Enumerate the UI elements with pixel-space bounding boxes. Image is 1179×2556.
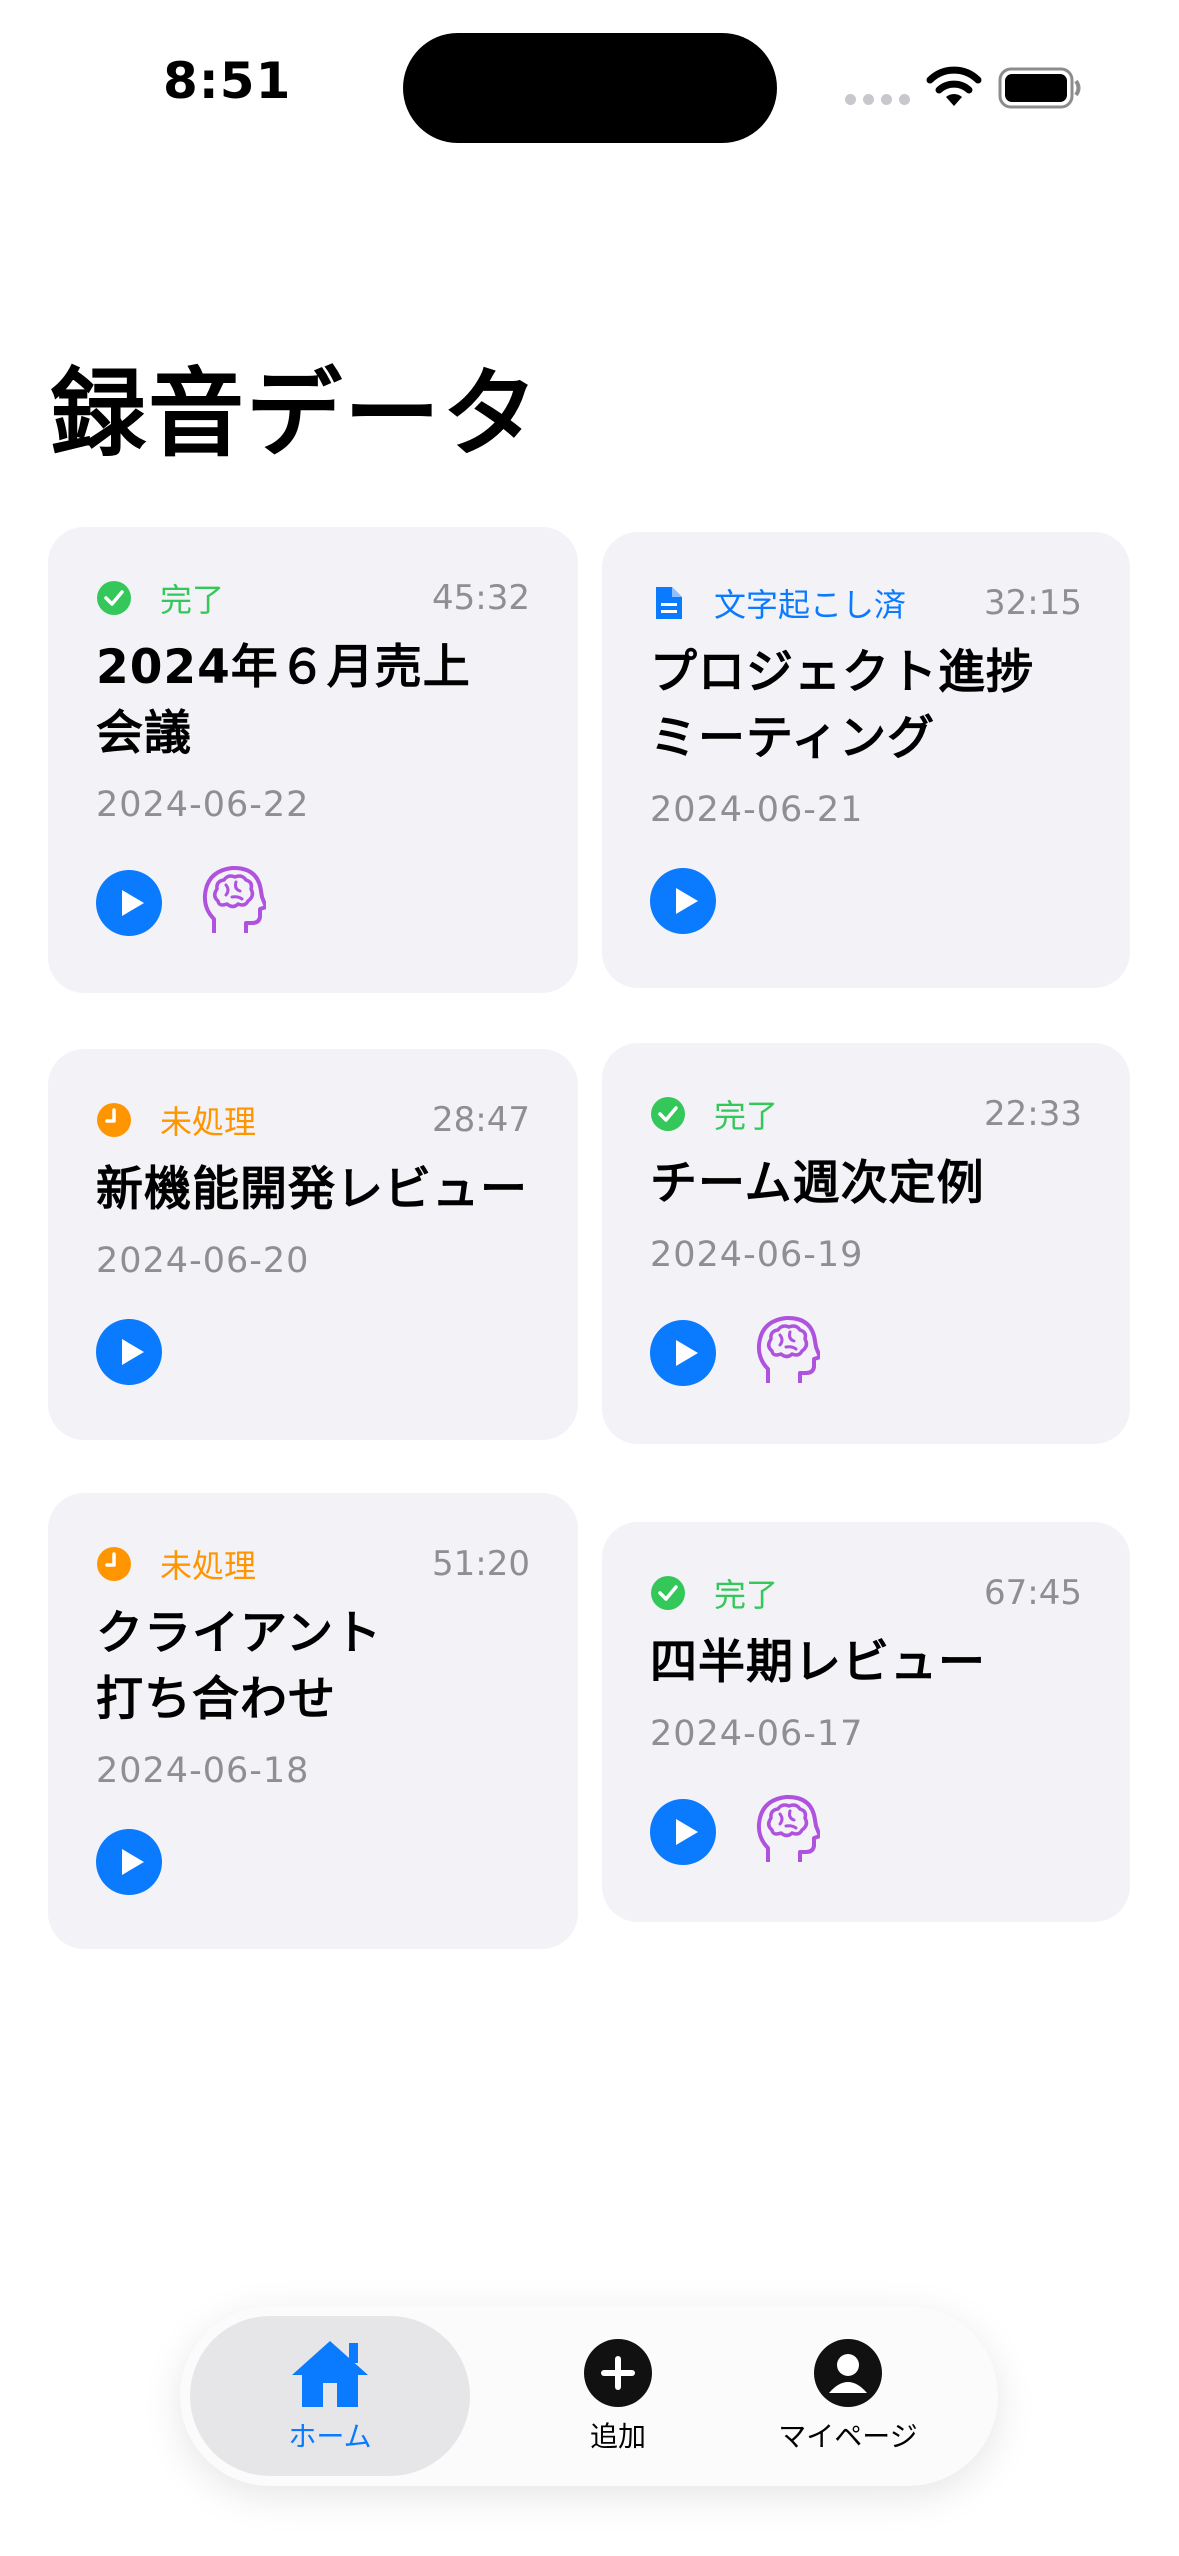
recording-card[interactable]: 未処理 51:20 クライアント 打ち合わせ 2024-06-18 <box>48 1493 578 1949</box>
recording-date: 2024-06-20 <box>96 1241 310 1281</box>
duration: 51:20 <box>432 1544 530 1584</box>
recording-card[interactable]: 完了 45:32 2024年６月売上 会議 2024-06-22 <box>48 527 578 993</box>
status-label: 完了 <box>714 1576 779 1614</box>
play-button[interactable] <box>650 868 716 934</box>
recording-title: 2024年６月売上 会議 <box>96 640 471 761</box>
recording-title: クライアント 打ち合わせ <box>96 1606 383 1727</box>
recording-title: プロジェクト進捗 ミーティング <box>650 645 1034 766</box>
play-icon <box>672 886 700 916</box>
clock-icon <box>96 1546 132 1582</box>
play-button[interactable] <box>650 1320 716 1386</box>
home-icon <box>292 2341 368 2407</box>
battery-icon <box>998 67 1081 109</box>
duration: 32:15 <box>984 583 1082 623</box>
play-icon <box>672 1817 700 1847</box>
duration: 45:32 <box>432 578 530 618</box>
tab-bar: ホーム 追加 マイページ <box>180 2306 998 2486</box>
play-icon <box>118 888 146 918</box>
play-icon <box>118 1337 146 1367</box>
recording-title: 四半期レビュー <box>650 1635 986 1690</box>
status-label: 文字起こし済 <box>714 586 907 624</box>
recording-card[interactable]: 完了 67:45 四半期レビュー 2024-06-17 <box>602 1522 1130 1922</box>
ai-brain-icon[interactable] <box>200 863 268 943</box>
play-icon <box>118 1847 146 1877</box>
status-label: 完了 <box>160 581 225 619</box>
play-button[interactable] <box>96 1829 162 1895</box>
duration: 22:33 <box>984 1094 1082 1134</box>
plus-circle-icon <box>584 2339 652 2407</box>
page-title: 録音データ <box>50 358 540 470</box>
person-circle-icon <box>814 2339 882 2407</box>
duration: 28:47 <box>432 1100 530 1140</box>
checkmark-circle-icon <box>96 580 132 616</box>
recording-date: 2024-06-22 <box>96 785 310 825</box>
recording-date: 2024-06-19 <box>650 1235 864 1275</box>
recording-date: 2024-06-21 <box>650 790 864 830</box>
tab-home[interactable]: ホーム <box>190 2316 470 2476</box>
ai-brain-icon[interactable] <box>754 1313 822 1393</box>
play-icon <box>672 1338 700 1368</box>
wifi-icon <box>926 66 982 106</box>
play-button[interactable] <box>650 1799 716 1865</box>
checkmark-circle-icon <box>650 1096 686 1132</box>
status-time: 8:51 <box>163 52 292 110</box>
recording-date: 2024-06-18 <box>96 1751 310 1791</box>
recording-card[interactable]: 未処理 28:47 新機能開発レビュー 2024-06-20 <box>48 1049 578 1440</box>
play-button[interactable] <box>96 870 162 936</box>
recording-title: 新機能開発レビュー <box>96 1162 528 1217</box>
checkmark-circle-icon <box>650 1575 686 1611</box>
play-button[interactable] <box>96 1319 162 1385</box>
recording-date: 2024-06-17 <box>650 1714 864 1754</box>
status-label: 完了 <box>714 1097 779 1135</box>
tab-mypage-label: マイページ <box>778 2420 918 2453</box>
signal-icon <box>845 94 910 105</box>
recording-card[interactable]: 文字起こし済 32:15 プロジェクト進捗 ミーティング 2024-06-21 <box>602 532 1130 988</box>
recording-title: チーム週次定例 <box>650 1156 985 1211</box>
dynamic-island <box>403 33 777 143</box>
duration: 67:45 <box>984 1573 1082 1613</box>
document-icon <box>650 585 686 621</box>
clock-icon <box>96 1102 132 1138</box>
tab-add-label: 追加 <box>590 2420 647 2453</box>
ai-brain-icon[interactable] <box>754 1792 822 1872</box>
status-label: 未処理 <box>160 1547 257 1585</box>
status-label: 未処理 <box>160 1103 257 1141</box>
tab-home-label: ホーム <box>288 2420 372 2453</box>
recording-card[interactable]: 完了 22:33 チーム週次定例 2024-06-19 <box>602 1043 1130 1444</box>
